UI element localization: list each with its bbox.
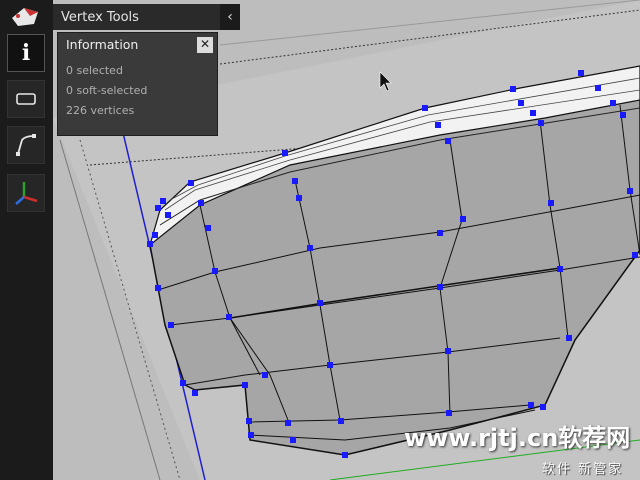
rectangle-select-tool-button[interactable] — [7, 80, 45, 118]
axes-icon — [15, 182, 38, 205]
information-title: Information — [66, 37, 139, 52]
soft-selection-tool-button[interactable] — [7, 126, 45, 164]
watermark-subtext: 软件 新管家 — [542, 462, 624, 477]
close-icon: ✕ — [199, 37, 211, 51]
soft-selected-count: 0 soft-selected — [66, 84, 148, 97]
panel-title: Vertex Tools — [61, 9, 139, 25]
selected-count: 0 selected — [66, 64, 123, 77]
close-information-button[interactable]: ✕ — [197, 37, 213, 53]
curve-icon — [16, 134, 36, 156]
vertex-count: 226 vertices — [66, 104, 135, 117]
rectangle-icon — [16, 93, 36, 105]
vertex-tools-header: Vertex Tools ‹ — [53, 4, 240, 30]
chevron-left-icon: ‹ — [227, 9, 233, 25]
app-logo-icon — [12, 8, 38, 26]
collapse-panel-button[interactable]: ‹ — [220, 4, 240, 30]
watermark-text: www.rjtj.cn软荐网 — [404, 424, 631, 452]
information-panel: Information ✕ 0 selected 0 soft-selected… — [57, 32, 218, 136]
axes-tool-button[interactable] — [7, 174, 45, 212]
info-tool-button[interactable]: i — [7, 34, 45, 72]
left-toolbar: i — [0, 0, 53, 480]
info-icon: i — [21, 40, 31, 66]
